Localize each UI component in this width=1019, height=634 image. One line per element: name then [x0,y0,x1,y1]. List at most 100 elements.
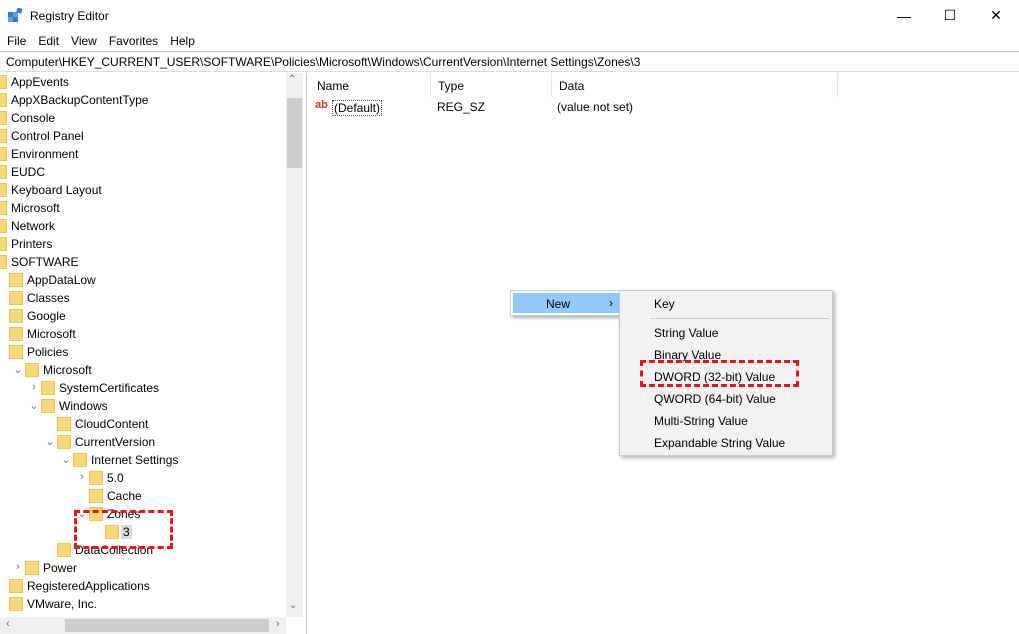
tree-node-label: Classes [27,291,70,305]
tree-node[interactable]: ⌄ CurrentVersion [0,433,286,451]
tree-node-label: Policies [27,345,69,359]
tree-node-label: Windows [59,399,108,413]
tree-node[interactable]: EUDC [0,163,286,181]
folder-icon [9,291,23,305]
menu-favorites[interactable]: Favorites [102,31,163,51]
menu-help[interactable]: Help [163,31,200,51]
menu-item-expandable-string-value[interactable]: Expandable String Value [654,436,785,450]
tree-node[interactable]: Microsoft [0,199,286,217]
tree-node[interactable]: Microsoft [0,325,286,343]
folder-icon [0,93,7,107]
expand-chevron-icon[interactable]: › [13,561,23,575]
tree-node[interactable]: Classes [0,289,286,307]
column-header-type[interactable]: Type [431,73,552,97]
folder-icon [89,489,103,503]
scroll-left-icon[interactable]: ‹ [6,618,10,630]
scroll-up-icon[interactable]: ⌃ [288,74,296,85]
address-bar[interactable]: Computer\HKEY_CURRENT_USER\SOFTWARE\Poli… [0,51,1019,72]
tree-node[interactable]: AppXBackupContentType [0,91,286,109]
menu-edit[interactable]: Edit [31,31,64,51]
folder-icon [9,579,23,593]
collapse-chevron-icon[interactable]: ⌄ [13,363,23,377]
menu-item-qword-value[interactable]: QWORD (64-bit) Value [654,392,776,406]
tree-node[interactable]: AppDataLow [0,271,286,289]
menu-file[interactable]: File [0,31,31,51]
folder-icon [0,201,7,215]
folder-icon [0,183,7,197]
folder-icon [41,399,55,413]
value-data: (value not set) [557,100,634,114]
expand-chevron-icon[interactable]: › [29,381,39,395]
tree-node-label: Microsoft [11,201,60,215]
value-type: REG_SZ [437,100,486,114]
folder-icon [9,345,23,359]
context-menu-new[interactable]: New › [513,293,619,313]
tree-node-label: EUDC [11,165,46,179]
folder-icon [0,165,7,179]
maximize-button[interactable]: ☐ [927,0,973,31]
tree-node[interactable]: Network [0,217,286,235]
value-name: (Default) [332,100,383,116]
tree-node-label: Network [11,219,56,233]
tree-node-label: Microsoft [43,363,92,377]
context-menu: New › [510,290,620,316]
tree-node[interactable]: ⌄ Microsoft [0,361,286,379]
menu-separator [650,318,829,319]
tree-node[interactable]: CloudContent [0,415,286,433]
tree-node-label: SOFTWARE [11,255,79,269]
tree-node[interactable]: Environment [0,145,286,163]
tree-node[interactable]: Google [0,307,286,325]
tree-node-label: VMware, Inc. [27,597,98,611]
tree-node[interactable]: RegisteredApplications [0,577,286,595]
submenu-arrow-icon: › [609,296,613,310]
tree-node[interactable]: Console [0,109,286,127]
menu-item-key[interactable]: Key [654,297,675,311]
menu-view[interactable]: View [64,31,102,51]
folder-icon [0,147,7,161]
tree-node-label: 5.0 [107,471,124,485]
registry-tree[interactable]: AppEvents AppXBackupContentType Console Con… [0,73,304,634]
tree-node[interactable]: › SystemCertificates [0,379,286,397]
folder-icon [9,309,23,323]
tree-node[interactable]: SOFTWARE [0,253,286,271]
column-header-data[interactable]: Data [552,73,838,97]
tree-node-label: Keyboard Layout [11,183,102,197]
folder-icon [0,255,7,269]
folder-icon [73,453,87,467]
folder-icon [0,237,7,251]
column-header-name[interactable]: Name [310,73,431,97]
tree-node[interactable]: ⌄ Internet Settings [0,451,286,469]
tree-node[interactable]: VMware, Inc. [0,595,286,613]
tree-node[interactable]: Control Panel [0,127,286,145]
tree-node-label: Microsoft [27,327,76,341]
new-label: New [546,297,571,311]
menu-item-string-value[interactable]: String Value [654,326,718,340]
tree-node[interactable]: Cache [0,487,286,505]
collapse-chevron-icon[interactable]: ⌄ [45,435,55,449]
collapse-chevron-icon[interactable]: ⌄ [29,399,39,413]
tree-node-label: AppEvents [11,75,70,89]
folder-icon [9,327,23,341]
expand-chevron-icon[interactable]: › [77,471,87,485]
close-button[interactable]: ✕ [973,0,1019,31]
tree-node[interactable]: › Power [0,559,286,577]
folder-icon [9,597,23,611]
tree-node[interactable]: Printers [0,235,286,253]
scroll-down-icon[interactable]: ⌄ [289,600,297,611]
folder-icon [25,363,39,377]
tree-node[interactable]: AppEvents [0,73,286,91]
tree-node[interactable]: › 5.0 [0,469,286,487]
tree-node[interactable]: Keyboard Layout [0,181,286,199]
tree-horizontal-scroll-thumb[interactable] [65,619,269,632]
menu-bar: File Edit View Favorites Help [0,31,1019,51]
tree-node-label: Cache [107,489,142,503]
menu-item-multi-string-value[interactable]: Multi-String Value [654,414,748,428]
scroll-right-icon[interactable]: › [276,618,280,630]
tree-node[interactable]: ⌄ Windows [0,397,286,415]
minimize-button[interactable]: — [881,0,927,31]
collapse-chevron-icon[interactable]: ⌄ [61,453,71,467]
tree-vertical-scroll-thumb[interactable] [287,98,302,168]
folder-icon [57,543,71,557]
string-value-icon: ab [315,99,328,111]
tree-node[interactable]: Policies [0,343,286,361]
